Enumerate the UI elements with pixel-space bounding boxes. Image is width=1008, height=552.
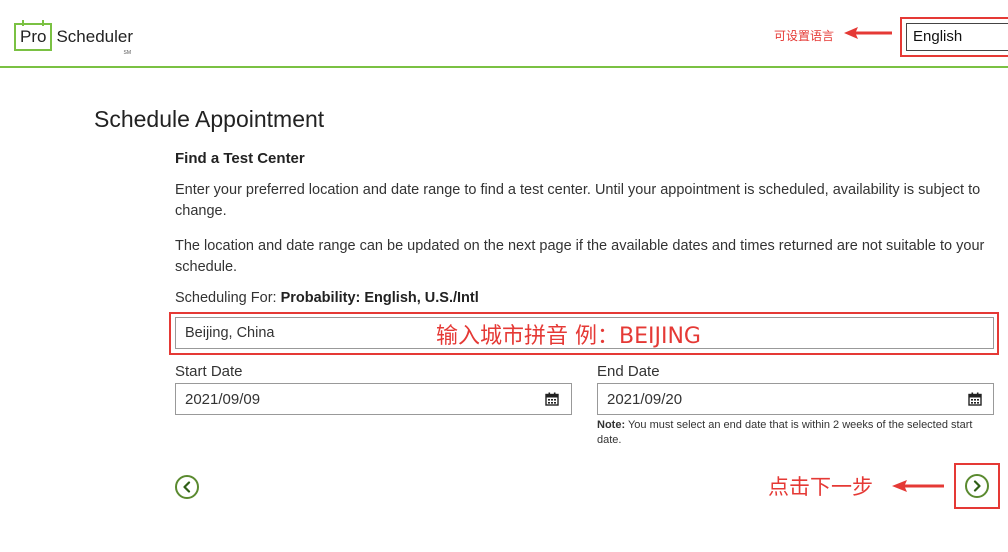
site-header: Pro Scheduler SM 可设置语言 English [0,0,1008,68]
calendar-icon [968,392,982,406]
note-label: Note: [597,419,626,431]
back-button[interactable] [175,475,199,499]
chevron-left-icon [183,481,191,493]
page-title: Schedule Appointment [94,106,325,132]
chevron-right-icon [973,480,981,492]
calendar-icon [545,392,559,406]
arrow-left-icon [892,480,944,492]
end-date-input[interactable] [597,383,994,415]
arrow-left-icon [844,27,892,39]
end-date-note: Note: You must select an end date that i… [597,418,993,448]
scheduling-for-value: Probability: English, U.S./Intl [280,290,479,306]
logo-calendar-box: Pro [14,20,53,51]
start-date-input[interactable] [175,383,572,415]
info-paragraph: The location and date range can be updat… [175,238,985,275]
intro-paragraph: Enter your preferred location and date r… [175,182,981,219]
scheduling-for-label: Scheduling For: [175,290,281,306]
pro-scheduler-logo[interactable]: Pro Scheduler SM [14,20,134,56]
logo-scheduler-label: Scheduler [56,27,134,46]
language-select[interactable]: English [906,23,1008,51]
end-date-label: End Date [597,363,660,380]
end-date-calendar-button[interactable] [961,385,989,413]
note-text: You must select an end date that is with… [597,419,973,446]
logo-pro-text: Pro [20,27,47,46]
language-hint-annotation: 可设置语言 [774,29,835,43]
location-hint-annotation: 输入城市拼音 例：BEIJING [436,324,701,349]
start-date-calendar-button[interactable] [538,385,566,413]
next-button[interactable] [965,474,989,498]
logo-scheduler-text: Scheduler SM [56,27,134,56]
scheduling-for: Scheduling For: Probability: English, U.… [175,290,479,306]
start-date-label: Start Date [175,363,243,380]
next-hint-annotation: 点击下一步 [768,475,873,499]
section-title: Find a Test Center [175,150,305,167]
logo-sm-mark: SM [123,50,132,56]
